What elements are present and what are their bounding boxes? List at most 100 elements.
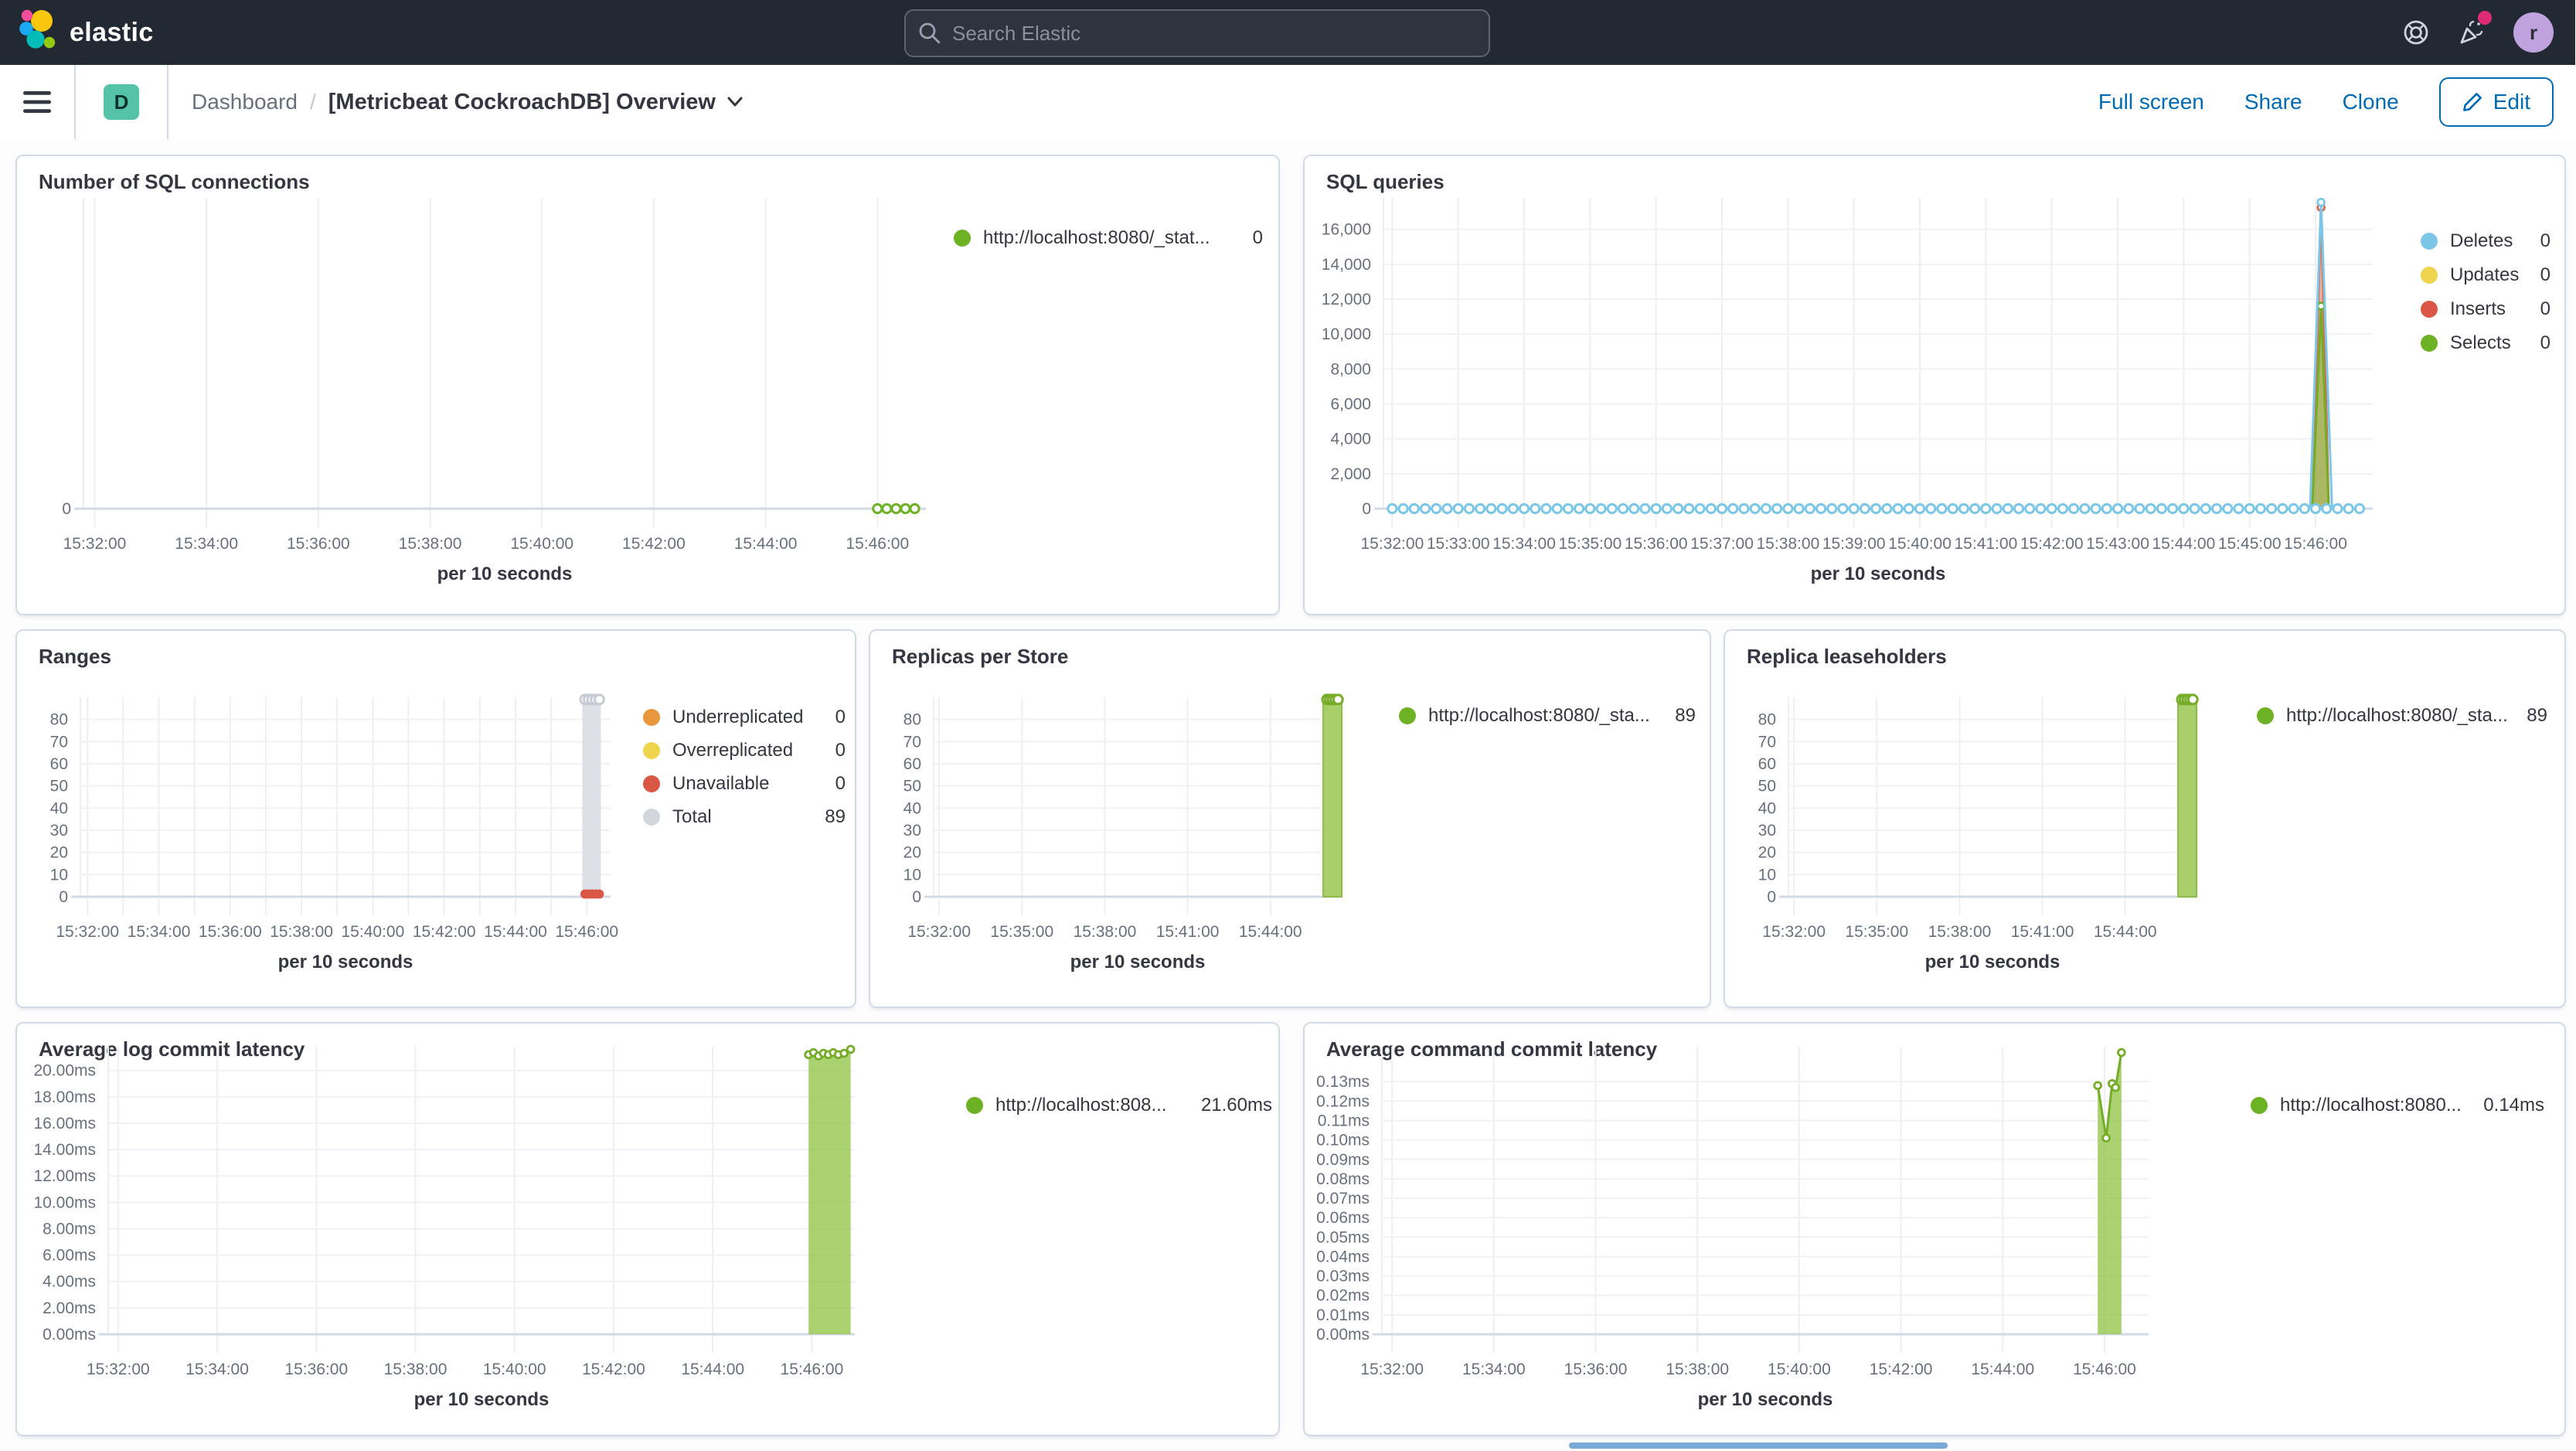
legend-label: http://localhost:8080/_sta...: [2286, 705, 2508, 726]
legend-item[interactable]: Overreplicated 0: [643, 738, 846, 763]
avatar[interactable]: r: [2513, 12, 2554, 53]
svg-text:10.00ms: 10.00ms: [33, 1194, 96, 1211]
legend-item[interactable]: Inserts 0: [2421, 297, 2550, 322]
legend-item[interactable]: Unavailable 0: [643, 771, 846, 796]
legend-item[interactable]: http://localhost:8080/_sta... 89: [1399, 703, 1696, 728]
menu-button[interactable]: [0, 65, 74, 139]
svg-text:80: 80: [50, 711, 68, 729]
svg-text:70: 70: [1758, 733, 1776, 751]
dashboard-app-badge[interactable]: D: [104, 84, 139, 120]
svg-text:15:32:00: 15:32:00: [56, 923, 119, 941]
svg-text:0.06ms: 0.06ms: [1316, 1209, 1370, 1227]
global-search[interactable]: [904, 9, 1490, 57]
legend-swatch-icon: [954, 230, 971, 247]
svg-text:0.11ms: 0.11ms: [1318, 1112, 1370, 1130]
svg-text:12,000: 12,000: [1322, 291, 1371, 308]
elastic-logo[interactable]: elastic: [0, 8, 250, 57]
svg-text:15:38:00: 15:38:00: [399, 535, 462, 553]
legend-swatch-icon: [2421, 301, 2438, 318]
svg-text:2.00ms: 2.00ms: [43, 1299, 96, 1317]
legend-value: 0.14ms: [2483, 1095, 2544, 1115]
svg-text:15:36:00: 15:36:00: [284, 1361, 348, 1378]
svg-text:50: 50: [50, 778, 68, 795]
svg-text:15:38:00: 15:38:00: [270, 923, 333, 941]
svg-text:15:40:00: 15:40:00: [1768, 1361, 1831, 1378]
panel-sql_queries: SQL queries 0 2,000 4,000 6,000 8,000 10,000 12…: [1303, 155, 2566, 615]
legend-item[interactable]: Deletes 0: [2421, 229, 2550, 254]
svg-text:0.00ms: 0.00ms: [43, 1326, 96, 1344]
svg-text:0.04ms: 0.04ms: [1316, 1248, 1370, 1265]
elastic-logo-icon: [19, 8, 59, 57]
chart-log_commit_latency: 0.00ms 2.00ms 4.00ms 6.00ms 8.00ms 10.00ms 12.…: [33, 1044, 856, 1410]
legend-value: 0: [2540, 332, 2550, 353]
search-input[interactable]: [906, 21, 1489, 46]
svg-text:60: 60: [50, 755, 68, 773]
svg-text:0.02ms: 0.02ms: [1316, 1287, 1370, 1305]
svg-text:0.00ms: 0.00ms: [1316, 1326, 1370, 1344]
legend-value: 0: [2540, 298, 2550, 319]
svg-text:15:35:00: 15:35:00: [1845, 923, 1908, 941]
svg-text:15:32:00: 15:32:00: [63, 535, 127, 553]
svg-text:15:46:00: 15:46:00: [2284, 535, 2347, 553]
svg-text:8.00ms: 8.00ms: [43, 1220, 96, 1238]
svg-text:20: 20: [50, 844, 68, 862]
horizontal-scrollbar-thumb[interactable]: [1569, 1442, 1948, 1449]
breadcrumb-dashboard[interactable]: Dashboard: [192, 90, 298, 114]
svg-text:0.05ms: 0.05ms: [1316, 1228, 1370, 1246]
svg-text:0: 0: [1362, 500, 1371, 518]
legend-swatch-icon: [2257, 707, 2274, 724]
svg-text:15:38:00: 15:38:00: [1757, 535, 1820, 553]
svg-text:15:34:00: 15:34:00: [175, 535, 238, 553]
svg-text:15:32:00: 15:32:00: [1762, 923, 1826, 941]
svg-text:4,000: 4,000: [1330, 431, 1371, 448]
svg-text:15:34:00: 15:34:00: [128, 923, 191, 941]
legend-item[interactable]: Underreplicated 0: [643, 705, 846, 730]
legend-item[interactable]: http://localhost:8080/_stat... 0: [954, 226, 1263, 250]
svg-text:per 10 seconds: per 10 seconds: [1698, 1389, 1833, 1410]
svg-text:40: 40: [903, 799, 921, 817]
full-screen-link[interactable]: Full screen: [2098, 90, 2204, 114]
svg-text:60: 60: [903, 755, 921, 773]
legend-value: 89: [2527, 705, 2547, 726]
clone-link[interactable]: Clone: [2343, 90, 2399, 114]
chart-replicas_per_store: 0 10 20 30 40 50 60 70 80 15:32:00 15:35:00 15:38:0…: [903, 693, 1344, 972]
svg-text:15:44:00: 15:44:00: [681, 1361, 744, 1378]
svg-text:70: 70: [50, 733, 68, 751]
help-icon[interactable]: [2402, 19, 2430, 46]
legend-item[interactable]: http://localhost:8080/_sta... 89: [2257, 703, 2547, 728]
svg-text:15:38:00: 15:38:00: [384, 1361, 447, 1378]
notification-badge: [2478, 11, 2492, 25]
svg-text:8,000: 8,000: [1330, 360, 1371, 378]
legend-value: 89: [825, 806, 846, 827]
newsfeed-icon[interactable]: [2458, 11, 2492, 46]
dashboard-toolbar: D Dashboard / [Metricbeat CockroachDB] O…: [0, 65, 2575, 139]
legend-item[interactable]: Updates 0: [2421, 263, 2550, 288]
svg-text:15:46:00: 15:46:00: [555, 923, 618, 941]
legend-item[interactable]: http://localhost:8080... 0.14ms: [2251, 1093, 2544, 1118]
breadcrumb-separator: /: [309, 90, 316, 114]
legend-item[interactable]: Total 89: [643, 805, 846, 829]
legend-label: http://localhost:8080/_stat...: [983, 227, 1210, 248]
hamburger-icon: [23, 91, 51, 113]
legend-swatch-icon: [643, 709, 660, 726]
svg-text:6.00ms: 6.00ms: [43, 1247, 96, 1265]
svg-text:15:33:00: 15:33:00: [1427, 535, 1490, 553]
legend-label: Unavailable: [672, 773, 770, 794]
svg-text:60: 60: [1758, 755, 1776, 773]
svg-text:40: 40: [50, 799, 68, 817]
edit-button[interactable]: Edit: [2438, 77, 2554, 127]
legend-value: 0: [2540, 230, 2550, 251]
legend-swatch-icon: [2421, 233, 2438, 250]
legend-item[interactable]: Selects 0: [2421, 331, 2550, 356]
svg-text:per 10 seconds: per 10 seconds: [278, 952, 413, 972]
divider: [74, 65, 76, 139]
svg-text:15:41:00: 15:41:00: [1156, 923, 1220, 941]
svg-text:15:42:00: 15:42:00: [622, 535, 686, 553]
page-title[interactable]: [Metricbeat CockroachDB] Overview: [328, 90, 744, 115]
share-link[interactable]: Share: [2244, 90, 2302, 114]
panel-replica_leaseholders: Replica leaseholders 0 10 20 30 40 50 60 70 80 15:…: [1724, 629, 2566, 1008]
svg-text:0.09ms: 0.09ms: [1316, 1151, 1370, 1169]
svg-text:0.08ms: 0.08ms: [1316, 1170, 1370, 1188]
svg-text:per 10 seconds: per 10 seconds: [1925, 952, 2060, 972]
legend-item[interactable]: http://localhost:808... 21.60ms: [966, 1093, 1272, 1118]
